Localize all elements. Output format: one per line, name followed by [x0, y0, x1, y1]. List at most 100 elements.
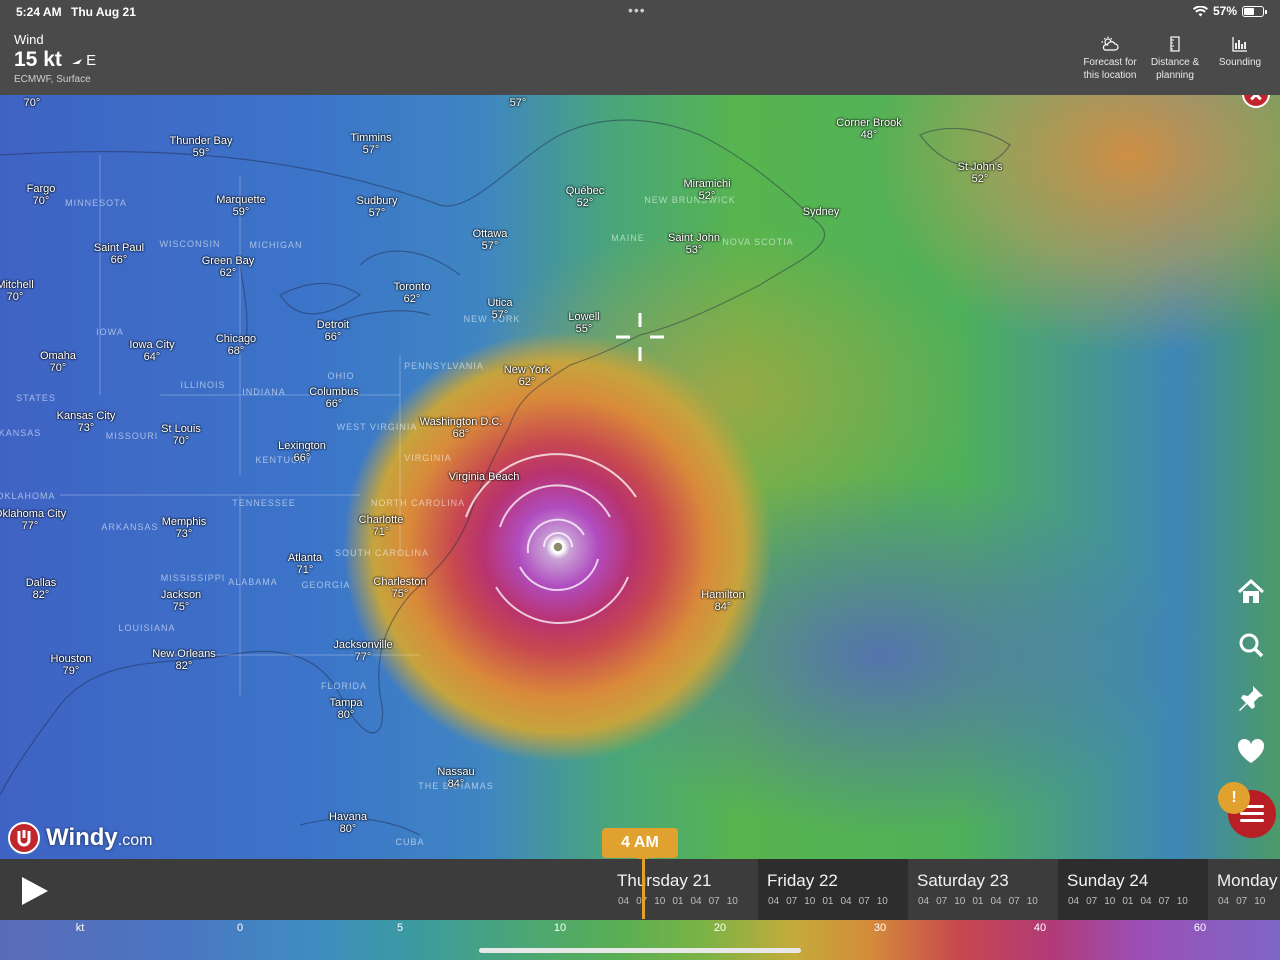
city-label[interactable]: Hamilton 84°: [701, 589, 744, 613]
sounding-chart-icon: [1232, 37, 1247, 52]
forecast-model[interactable]: ECMWF, Surface: [14, 74, 91, 85]
crosshair-icon: [616, 313, 664, 361]
heart-icon[interactable]: [1236, 736, 1266, 766]
region-label: ILLINOIS: [180, 380, 226, 390]
city-label[interactable]: Timmins 57°: [350, 132, 391, 156]
city-label[interactable]: Columbus 66°: [309, 386, 359, 410]
wind-direction-label: E: [86, 52, 97, 69]
city-label[interactable]: St Louis 70°: [161, 423, 201, 447]
city-label[interactable]: Atlanta 71°: [288, 552, 322, 576]
region-label: MINNESOTA: [65, 198, 127, 208]
alert-badge[interactable]: !: [1218, 782, 1250, 814]
city-label[interactable]: Québec 52°: [566, 185, 605, 209]
city-label[interactable]: Nassau 84°: [437, 766, 474, 790]
sounding-button[interactable]: Sounding: [1212, 36, 1268, 69]
legend-tick: 40: [1033, 922, 1047, 934]
region-label: MICHIGAN: [249, 240, 303, 250]
layer-name[interactable]: Wind: [14, 32, 44, 47]
city-label[interactable]: Saint John 53°: [668, 232, 720, 256]
home-icon[interactable]: [1236, 577, 1266, 607]
battery-icon: [1242, 5, 1267, 17]
city-label[interactable]: Virginia Beach: [449, 471, 520, 483]
region-label: NORTH CAROLINA: [370, 498, 466, 508]
status-time: 5:24 AM: [16, 5, 62, 19]
forecast-location-label-1: Forecast for: [1083, 57, 1137, 68]
battery-fill: [1244, 7, 1254, 15]
city-label[interactable]: New Orleans 82°: [152, 648, 216, 672]
forecast-location-label-2: this location: [1083, 70, 1137, 81]
region-label: OKLAHOMA: [0, 491, 56, 501]
timeline-day-monday[interactable]: Monday 04 07 10: [1208, 859, 1280, 920]
city-label[interactable]: Marquette 59°: [216, 194, 266, 218]
city-label[interactable]: Mitchell 70°: [0, 279, 34, 303]
city-label[interactable]: Jackson 75°: [161, 589, 201, 613]
city-label[interactable]: Charlotte 71°: [359, 514, 404, 538]
region-label: WISCONSIN: [159, 239, 221, 249]
region-label: CUBA: [395, 837, 425, 847]
weather-icon: [1101, 36, 1119, 51]
wind-speed-legend[interactable]: kt 0 5 10 20 30 40 60: [0, 920, 1280, 960]
status-bar: 5:24 AM Thu Aug 21 ••• 57%: [0, 0, 1280, 24]
home-indicator[interactable]: [479, 948, 801, 953]
city-label[interactable]: Tampa 80°: [329, 697, 362, 721]
city-label[interactable]: Green Bay 62°: [202, 255, 255, 279]
direction-arrow-icon: [72, 58, 82, 64]
city-label[interactable]: Ottawa 57°: [473, 228, 508, 252]
region-label: ARKANSAS: [101, 522, 159, 532]
city-label[interactable]: Kansas City 73°: [57, 410, 116, 434]
region-label: ALABAMA: [228, 577, 278, 587]
windy-logo-text: Windy.com: [46, 824, 153, 851]
windy-logo[interactable]: Windy.com: [8, 822, 152, 854]
wind-speed-value: 15 kt: [14, 48, 62, 71]
city-label[interactable]: Dallas 82°: [26, 577, 57, 601]
city-label[interactable]: Sudbury 57°: [357, 195, 398, 219]
city-label[interactable]: Washington D.C. 68°: [420, 416, 503, 440]
legend-tick: 5: [396, 922, 404, 934]
distance-planning-button[interactable]: Distance & planning: [1146, 36, 1204, 82]
city-label[interactable]: Utica 57°: [487, 297, 512, 321]
city-label[interactable]: Charleston 75°: [373, 576, 426, 600]
city-label[interactable]: Toronto 62°: [394, 281, 431, 305]
city-label[interactable]: Saint Paul 66°: [94, 242, 144, 266]
city-label[interactable]: Iowa City 64°: [129, 339, 174, 363]
distance-planning-label-1: Distance &: [1150, 57, 1200, 68]
city-label[interactable]: Memphis 73°: [162, 516, 207, 540]
timeline-day-friday[interactable]: Friday 22 04 07 10 01 04 07 10: [758, 859, 908, 920]
timeline-cursor[interactable]: [642, 859, 645, 919]
region-label: KANSAS: [0, 428, 42, 438]
city-label[interactable]: Oklahoma City 77°: [0, 508, 66, 532]
city-label[interactable]: Fargo 70°: [27, 183, 56, 207]
timeline-day-sunday[interactable]: Sunday 24 04 07 10 01 04 07 10: [1058, 859, 1208, 920]
timeline-day-saturday[interactable]: Saturday 23 04 07 10 01 04 07 10: [908, 859, 1058, 920]
city-label[interactable]: Thunder Bay 59°: [170, 135, 233, 159]
city-label[interactable]: Miramichi 52°: [683, 178, 730, 202]
play-button[interactable]: [22, 877, 48, 905]
city-label[interactable]: Houston 79°: [51, 653, 92, 677]
city-label[interactable]: Sydney: [803, 206, 840, 218]
pin-icon[interactable]: [1236, 683, 1266, 713]
wind-map[interactable]: 70° 57° MINNESOTA NEW BRUNSWICK WISCONSI…: [0, 95, 1280, 859]
city-label[interactable]: St John's 52°: [958, 161, 1003, 185]
timeline-bar[interactable]: Thursday 21 04071001040710 Friday 22 040…: [0, 859, 1280, 920]
current-time-bubble[interactable]: 4 AM: [602, 828, 678, 859]
multitasking-dots[interactable]: •••: [628, 2, 646, 18]
wind-direction: E: [72, 52, 96, 69]
city-label[interactable]: Omaha 70°: [40, 350, 76, 374]
city-label[interactable]: Jacksonville 77°: [333, 639, 392, 663]
city-label[interactable]: New York 62°: [504, 364, 550, 388]
city-label[interactable]: Lexington 66°: [278, 440, 326, 464]
region-label: LOUISIANA: [118, 623, 176, 633]
timeline-day-thursday[interactable]: Thursday 21 04071001040710: [608, 859, 758, 920]
edge-temp: 57°: [509, 97, 527, 109]
city-label[interactable]: Lowell 55°: [568, 311, 599, 335]
status-right: 57%: [1192, 4, 1267, 18]
city-label[interactable]: Detroit 66°: [317, 319, 349, 343]
legend-tick: 60: [1193, 922, 1207, 934]
search-icon[interactable]: [1236, 630, 1266, 660]
city-label[interactable]: Corner Brook 48°: [836, 117, 901, 141]
region-label: MAINE: [611, 233, 645, 243]
city-label[interactable]: Havana 80°: [329, 811, 367, 835]
region-label: GEORGIA: [301, 580, 351, 590]
forecast-location-button[interactable]: Forecast for this location: [1078, 36, 1142, 82]
city-label[interactable]: Chicago 68°: [216, 333, 256, 357]
